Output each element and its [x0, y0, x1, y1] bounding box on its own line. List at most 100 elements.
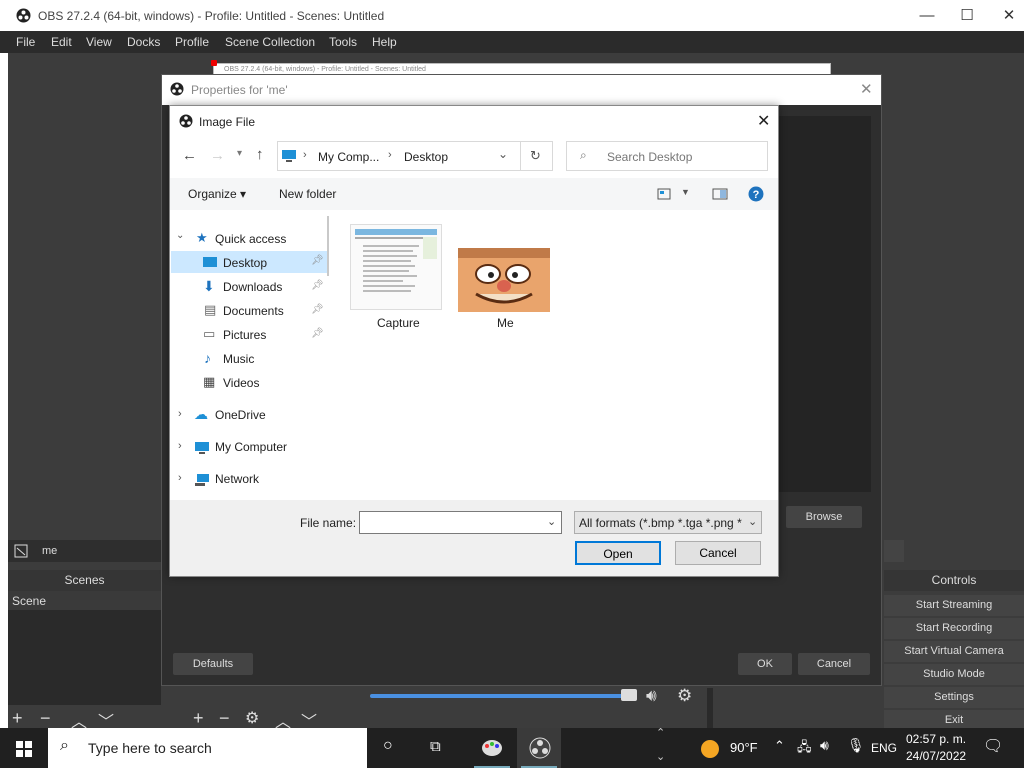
- chevron-down-icon[interactable]: ⌄: [748, 515, 757, 528]
- taskbar-search-placeholder[interactable]: Type here to search: [88, 740, 212, 756]
- help-icon[interactable]: ?: [748, 186, 764, 202]
- start-recording-button[interactable]: Start Recording: [884, 618, 1024, 639]
- search-icon: ⌕: [60, 737, 69, 754]
- address-bar[interactable]: › My Comp... › Desktop ⌄ ↻: [277, 141, 553, 171]
- close-button[interactable]: ✕: [986, 0, 1024, 31]
- properties-cancel-button[interactable]: Cancel: [798, 653, 870, 675]
- cortana-icon[interactable]: ○: [383, 737, 393, 755]
- source-name: me: [42, 545, 58, 557]
- nav-network[interactable]: Network: [215, 472, 259, 486]
- chevron-right-icon: ›: [388, 149, 392, 161]
- nav-downloads[interactable]: Downloads: [223, 280, 282, 294]
- path-segment-computer[interactable]: My Comp...: [318, 150, 379, 164]
- properties-close-icon[interactable]: ✕: [860, 80, 873, 98]
- nav-documents[interactable]: Documents: [223, 304, 284, 318]
- forward-arrow-icon[interactable]: →: [210, 147, 225, 164]
- menu-view[interactable]: View: [86, 35, 112, 49]
- expand-network-icon[interactable]: ›: [178, 472, 182, 484]
- view-options-icon[interactable]: [657, 188, 671, 200]
- back-arrow-icon[interactable]: ←: [182, 147, 197, 164]
- defaults-button[interactable]: Defaults: [173, 653, 253, 675]
- settings-button[interactable]: Settings: [884, 687, 1024, 708]
- clock-time[interactable]: 02:57 p. m.: [906, 732, 966, 746]
- start-streaming-button[interactable]: Start Streaming: [884, 595, 1024, 616]
- organize-button[interactable]: Organize ▾: [188, 187, 246, 201]
- file-type-select[interactable]: All formats (*.bmp *.tga *.png * ⌄: [574, 511, 762, 534]
- start-virtual-camera-button[interactable]: Start Virtual Camera: [884, 641, 1024, 662]
- path-segment-desktop[interactable]: Desktop: [404, 150, 448, 164]
- file-dialog-close-icon[interactable]: ✕: [757, 111, 770, 131]
- show-hidden-icons-icon[interactable]: ⌃: [774, 738, 785, 754]
- volume-handle[interactable]: [621, 689, 637, 701]
- remove-scene-icon[interactable]: −: [40, 708, 51, 729]
- remove-source-icon[interactable]: −: [219, 708, 230, 729]
- volume-slider[interactable]: [370, 694, 636, 698]
- nav-pictures[interactable]: Pictures: [223, 328, 266, 342]
- search-box[interactable]: ⌕ Search Desktop: [566, 141, 768, 171]
- file-name-capture[interactable]: Capture: [377, 316, 420, 330]
- file-cancel-button[interactable]: Cancel: [675, 541, 761, 565]
- maximize-button[interactable]: ☐: [944, 0, 990, 31]
- windows-start-icon[interactable]: [16, 741, 32, 757]
- menu-tools[interactable]: Tools: [329, 35, 357, 49]
- view-dropdown-icon[interactable]: ▼: [681, 187, 690, 197]
- nav-quick-access[interactable]: Quick access: [215, 232, 286, 246]
- new-folder-button[interactable]: New folder: [279, 187, 336, 201]
- sources-toolbar: + − ⚙ ︿ ﹀: [185, 708, 355, 731]
- microphone-icon[interactable]: 🎙︎: [847, 737, 865, 754]
- taskbar-app-paint[interactable]: [470, 728, 514, 768]
- menu-docks[interactable]: Docks: [127, 35, 160, 49]
- input-language[interactable]: ENG: [871, 741, 897, 755]
- clock-date[interactable]: 24/07/2022: [906, 749, 966, 763]
- add-scene-icon[interactable]: +: [12, 708, 23, 729]
- task-view-icon[interactable]: ⧉: [430, 738, 441, 755]
- weather-temp[interactable]: 90°F: [730, 740, 758, 755]
- studio-mode-button[interactable]: Studio Mode: [884, 664, 1024, 685]
- exit-button[interactable]: Exit: [884, 710, 1024, 728]
- obs-logo-icon: [170, 82, 184, 96]
- volume-icon[interactable]: 🔊︎: [820, 737, 829, 754]
- menu-profile[interactable]: Profile: [175, 35, 209, 49]
- nav-desktop[interactable]: Desktop: [223, 256, 267, 270]
- file-thumbnail-capture[interactable]: [350, 224, 442, 310]
- preview-pane-icon[interactable]: [712, 188, 728, 200]
- chevron-down-icon[interactable]: ⌄: [498, 147, 508, 161]
- menu-scene-collection[interactable]: Scene Collection: [225, 35, 315, 49]
- nav-videos[interactable]: Videos: [223, 376, 259, 390]
- taskbar-search-box[interactable]: ⌕ Type here to search: [48, 728, 367, 768]
- notifications-icon[interactable]: 🗨︎: [983, 736, 1003, 756]
- speaker-icon[interactable]: 🔊︎: [646, 686, 657, 706]
- nav-music[interactable]: Music: [223, 352, 254, 366]
- nav-desktop-selected[interactable]: Desktop 📌︎: [171, 251, 327, 273]
- paint-icon: [482, 740, 502, 756]
- source-settings-icon[interactable]: ⚙: [245, 708, 259, 728]
- nav-scrollbar[interactable]: [327, 216, 329, 276]
- file-thumbnail-me[interactable]: [458, 248, 550, 312]
- browse-button[interactable]: Browse: [786, 506, 862, 528]
- open-button[interactable]: Open: [575, 541, 661, 565]
- file-dialog-title: Image File: [199, 115, 256, 129]
- menu-edit[interactable]: Edit: [51, 35, 72, 49]
- chevron-down-icon[interactable]: ⌄: [656, 750, 665, 763]
- up-arrow-icon[interactable]: ↑: [256, 146, 264, 163]
- audio-settings-icon[interactable]: ⚙: [677, 686, 692, 706]
- chevron-down-icon[interactable]: ⌄: [547, 515, 556, 528]
- nav-my-computer[interactable]: My Computer: [215, 440, 287, 454]
- ok-button[interactable]: OK: [738, 653, 792, 675]
- expand-onedrive-icon[interactable]: ›: [178, 408, 182, 420]
- refresh-icon[interactable]: ↻: [530, 148, 541, 164]
- chevron-up-icon[interactable]: ⌃: [656, 726, 665, 739]
- recent-dropdown-icon[interactable]: ▾: [237, 148, 242, 159]
- scene-item[interactable]: Scene: [8, 591, 161, 610]
- menu-file[interactable]: File: [16, 35, 35, 49]
- menu-help[interactable]: Help: [372, 35, 397, 49]
- filename-input[interactable]: ⌄: [359, 511, 562, 534]
- expand-my-computer-icon[interactable]: ›: [178, 440, 182, 452]
- add-source-icon[interactable]: +: [193, 708, 204, 729]
- network-status-icon[interactable]: 🖧︎: [797, 738, 812, 760]
- file-name-me[interactable]: Me: [497, 316, 514, 330]
- search-placeholder[interactable]: Search Desktop: [607, 150, 692, 164]
- nav-onedrive[interactable]: OneDrive: [215, 408, 266, 422]
- taskbar-app-obs[interactable]: [517, 728, 561, 768]
- expand-quick-access-icon[interactable]: ⌄: [176, 230, 184, 241]
